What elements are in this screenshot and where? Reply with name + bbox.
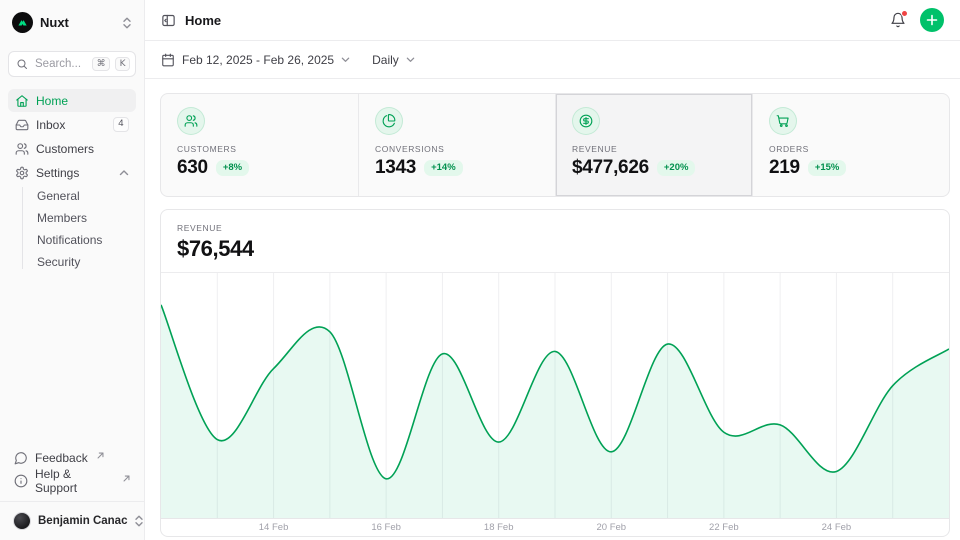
chart-header: REVENUE $76,544: [161, 210, 949, 273]
collapse-sidebar-icon[interactable]: [161, 13, 176, 28]
stats-strip: CUSTOMERS 630 +8% CONVERSIONS: [160, 93, 950, 197]
stat-value: $477,626: [572, 157, 649, 179]
sidebar-item-label: Settings: [36, 166, 79, 180]
main-panel: Home: [145, 0, 960, 540]
sidebar: Nuxt ⌘ K: [0, 0, 145, 540]
sidebar-item-members[interactable]: Members: [31, 207, 136, 229]
filters-toolbar: Feb 12, 2025 - Feb 26, 2025 Daily: [145, 41, 960, 79]
stat-value: 1343: [375, 157, 416, 179]
x-tick-label: 22 Feb: [709, 522, 739, 533]
feedback-link[interactable]: Feedback: [8, 447, 136, 469]
topbar-actions: [890, 8, 944, 32]
search-input-wrapper[interactable]: ⌘ K: [8, 51, 136, 77]
sidebar-item-general[interactable]: General: [31, 185, 136, 207]
circle-dollar-icon: [572, 107, 600, 135]
date-range-value: Feb 12, 2025 - Feb 26, 2025: [182, 53, 334, 67]
x-tick-label: 16 Feb: [371, 522, 401, 533]
x-tick-label: 20 Feb: [596, 522, 626, 533]
search-input[interactable]: [33, 57, 87, 71]
stat-label: ORDERS: [769, 144, 933, 154]
top-header: Home: [145, 0, 960, 41]
sidebar-item-label: Home: [36, 94, 68, 108]
workspace-name: Nuxt: [40, 15, 69, 30]
chart-plot-area[interactable]: [161, 273, 949, 518]
chart-pie-icon: [375, 107, 403, 135]
info-circle-icon: [14, 474, 28, 488]
calendar-icon: [161, 53, 175, 67]
page-title: Home: [185, 13, 221, 28]
sidebar-footer: Feedback Help & Support: [8, 447, 136, 492]
help-support-label: Help & Support: [35, 467, 114, 495]
user-avatar: [13, 512, 31, 530]
sidebar-spacer: [8, 273, 136, 447]
stat-value: 630: [177, 157, 208, 179]
sidebar-item-home[interactable]: Home: [8, 89, 136, 112]
message-circle-icon: [14, 451, 28, 465]
shopping-cart-icon: [769, 107, 797, 135]
period-value: Daily: [372, 53, 399, 67]
chevron-up-down-icon: [122, 16, 132, 30]
chevron-up-icon: [119, 168, 129, 178]
sidebar-item-inbox[interactable]: Inbox 4: [8, 113, 136, 136]
external-link-icon: [123, 475, 130, 482]
users-icon: [177, 107, 205, 135]
gear-icon: [15, 166, 29, 180]
sidebar-item-label: Inbox: [36, 118, 65, 132]
x-tick-label: 24 Feb: [822, 522, 852, 533]
revenue-chart-card: REVENUE $76,544 14 Feb 16 Feb 18 Feb 20 Feb…: [160, 209, 950, 537]
stat-card-orders[interactable]: ORDERS 219 +15%: [752, 94, 949, 196]
stat-label: CUSTOMERS: [177, 144, 342, 154]
dashboard-content: CUSTOMERS 630 +8% CONVERSIONS: [145, 79, 960, 540]
inbox-icon: [15, 118, 29, 132]
users-icon: [15, 142, 29, 156]
sidebar-item-settings[interactable]: Settings: [8, 161, 136, 184]
stat-delta-badge: +15%: [808, 160, 847, 176]
home-icon: [15, 94, 29, 108]
date-range-picker[interactable]: Feb 12, 2025 - Feb 26, 2025: [161, 53, 350, 67]
plus-icon: [926, 14, 938, 26]
sidebar-item-security[interactable]: Security: [31, 251, 136, 273]
workspace-switcher[interactable]: Nuxt: [8, 8, 136, 37]
user-name: Benjamin Canac: [38, 515, 127, 527]
chart-metric-value: $76,544: [177, 236, 933, 262]
app-window: Nuxt ⌘ K: [0, 0, 960, 540]
chevron-down-icon: [341, 55, 350, 64]
help-support-link[interactable]: Help & Support: [8, 470, 136, 492]
nuxt-logo-icon: [12, 12, 33, 33]
stat-label: REVENUE: [572, 144, 736, 154]
stat-delta-badge: +8%: [216, 160, 249, 176]
chevron-down-icon: [406, 55, 415, 64]
search-icon: [16, 58, 28, 70]
stat-label: CONVERSIONS: [375, 144, 539, 154]
revenue-chart-svg[interactable]: [161, 273, 949, 518]
stat-card-revenue[interactable]: REVENUE $477,626 +20%: [555, 94, 752, 196]
kbd-k: K: [115, 57, 130, 71]
notification-dot: [901, 10, 908, 17]
x-axis: 14 Feb 16 Feb 18 Feb 20 Feb 22 Feb 24 Feb: [161, 518, 949, 536]
x-tick-label: 14 Feb: [259, 522, 289, 533]
notifications-button[interactable]: [890, 12, 906, 28]
stat-delta-badge: +14%: [424, 160, 463, 176]
external-link-icon: [97, 452, 104, 459]
sidebar-item-customers[interactable]: Customers: [8, 137, 136, 160]
stat-card-conversions[interactable]: CONVERSIONS 1343 +14%: [358, 94, 555, 196]
chart-metric-label: REVENUE: [177, 223, 933, 233]
sidebar-item-label: Customers: [36, 142, 94, 156]
stat-delta-badge: +20%: [657, 160, 696, 176]
sidebar-nav: Home Inbox 4 C: [8, 89, 136, 273]
x-tick-label: 18 Feb: [484, 522, 514, 533]
sidebar-item-notifications[interactable]: Notifications: [31, 229, 136, 251]
feedback-label: Feedback: [35, 451, 88, 465]
chevron-up-down-icon: [134, 514, 144, 528]
settings-subtree: General Members Notifications Security: [22, 185, 136, 273]
add-button[interactable]: [920, 8, 944, 32]
stat-value: 219: [769, 157, 800, 179]
stat-card-customers[interactable]: CUSTOMERS 630 +8%: [161, 94, 358, 196]
kbd-cmd: ⌘: [92, 57, 110, 71]
period-select[interactable]: Daily: [372, 53, 415, 67]
user-menu[interactable]: Benjamin Canac: [8, 502, 136, 530]
inbox-count-badge: 4: [113, 117, 129, 132]
